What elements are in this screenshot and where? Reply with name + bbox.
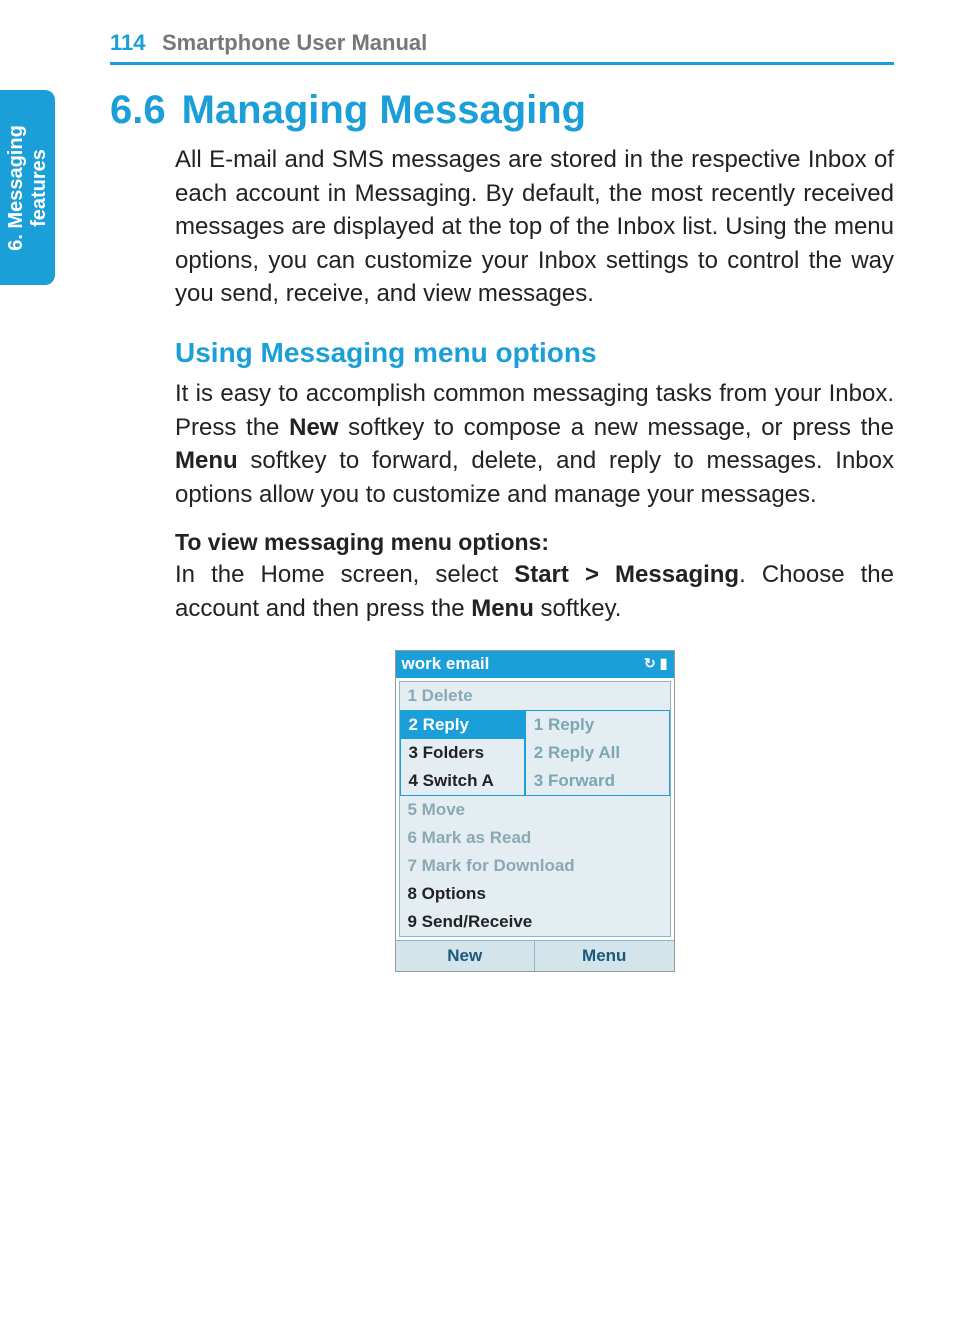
menu-item-switch[interactable]: 4 Switch A — [401, 767, 524, 795]
phone-softkey-bar: New Menu — [396, 940, 674, 971]
text-fragment: softkey. — [534, 595, 622, 622]
instruction-title: To view messaging menu options: — [175, 529, 894, 556]
section-number: 6.6 — [110, 88, 166, 133]
submenu-item-reply-all[interactable]: 2 Reply All — [524, 739, 669, 767]
menu-item-move[interactable]: 5 Move — [400, 796, 670, 824]
menu-item-reply[interactable]: 2 Reply — [401, 711, 524, 739]
section-heading: 6.6 Managing Messaging — [110, 88, 894, 133]
side-tab-line-1: 6. Messaging — [5, 125, 27, 251]
chapter-side-tab: 6. Messaging features — [0, 90, 55, 285]
submenu-item-forward[interactable]: 3 Forward — [524, 767, 669, 795]
menu-item-send-receive[interactable]: 9 Send/Receive — [400, 908, 670, 936]
section-intro-paragraph: All E-mail and SMS messages are stored i… — [110, 143, 894, 311]
menu-item-mark-read[interactable]: 6 Mark as Read — [400, 824, 670, 852]
submenu-reply-block: 2 Reply 1 Reply 3 Folders 2 Reply All 4 … — [400, 710, 670, 796]
menu-item-delete[interactable]: 1 Delete — [400, 682, 670, 710]
bold-menu: Menu — [175, 447, 238, 474]
side-tab-line-2: features — [28, 149, 50, 227]
signal-icon: ▮ — [660, 655, 668, 672]
section-title: Managing Messaging — [182, 88, 587, 133]
bold-menu-2: Menu — [471, 595, 534, 622]
menu-item-mark-download[interactable]: 7 Mark for Download — [400, 852, 670, 880]
text-fragment: In the Home screen, select — [175, 561, 514, 588]
phone-menu: 1 Delete 2 Reply 1 Reply 3 Folders 2 Rep… — [399, 681, 671, 937]
instruction-body: In the Home screen, select Start > Messa… — [175, 558, 894, 625]
sync-icon: ↻ — [644, 655, 656, 672]
text-fragment: softkey to compose a new message, or pre… — [338, 414, 894, 441]
page-header: 114 Smartphone User Manual — [110, 30, 894, 65]
submenu-item-reply[interactable]: 1 Reply — [524, 711, 669, 739]
phone-status-icons: ↻ ▮ — [644, 655, 667, 672]
phone-screenshot: work email ↻ ▮ 1 Delete 2 Reply 1 Reply … — [395, 650, 675, 972]
phone-window-title: work email — [402, 654, 645, 674]
bold-start-messaging: Start > Messaging — [514, 561, 739, 588]
subsection-paragraph: It is easy to accomplish common messagin… — [175, 377, 894, 511]
softkey-new[interactable]: New — [396, 941, 535, 971]
softkey-menu[interactable]: Menu — [534, 941, 674, 971]
menu-item-options[interactable]: 8 Options — [400, 880, 670, 908]
manual-title: Smartphone User Manual — [162, 30, 427, 55]
chapter-side-tab-label: 6. Messaging features — [5, 125, 51, 251]
subsection-heading: Using Messaging menu options — [175, 337, 894, 369]
page-number: 114 — [110, 30, 146, 55]
text-fragment: softkey to forward, delete, and reply to… — [175, 447, 894, 508]
page-content: 6.6 Managing Messaging All E-mail and SM… — [110, 88, 894, 972]
menu-item-folders[interactable]: 3 Folders — [401, 739, 524, 767]
phone-titlebar: work email ↻ ▮ — [396, 651, 674, 678]
bold-new: New — [289, 414, 338, 441]
